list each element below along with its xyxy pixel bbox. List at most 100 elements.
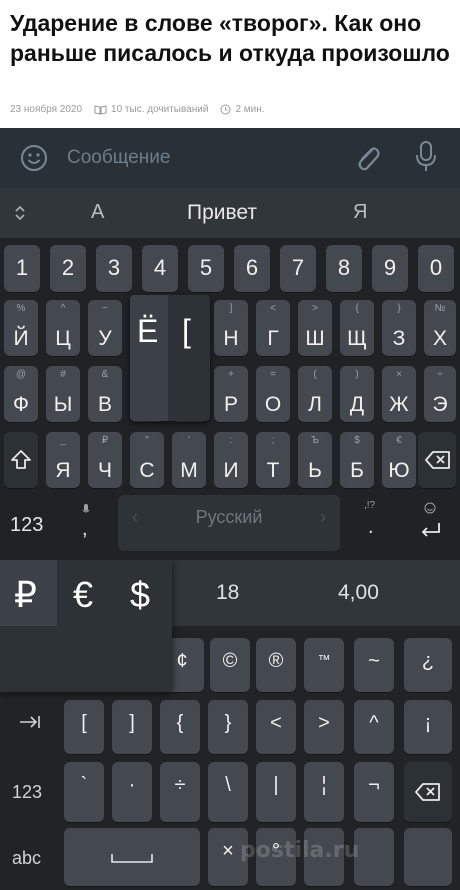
microphone-hint-icon (82, 504, 90, 513)
key-ч[interactable]: ₽ Ч (88, 432, 122, 488)
popup-option-ruble[interactable]: ₽ (14, 574, 37, 616)
key-backslash[interactable]: \ (208, 762, 248, 822)
backspace-icon (425, 451, 450, 469)
key-ш[interactable]: > Ш (298, 300, 332, 356)
key-registered[interactable]: ® (256, 638, 296, 692)
currency-popup: ₽ € $ (0, 560, 172, 692)
suggestion-18[interactable]: 18 (216, 581, 239, 605)
key-ж[interactable]: × Ж (382, 366, 416, 422)
key-6[interactable]: 6 (234, 245, 270, 292)
microphone-icon[interactable] (414, 140, 438, 174)
key-middle-dot[interactable]: · (112, 762, 152, 822)
key-ц[interactable]: ^ Ц (46, 300, 80, 356)
key-2[interactable]: 2 (50, 245, 86, 292)
key-й[interactable]: % Й (4, 300, 38, 356)
key-left-brace[interactable]: { (160, 700, 200, 754)
key-5[interactable]: 5 (188, 245, 224, 292)
space-label: Русский (195, 507, 263, 527)
enter-icon[interactable] (420, 522, 442, 538)
period-key[interactable]: ,!? . (364, 500, 384, 544)
key-division[interactable]: ÷ (160, 762, 200, 822)
clock-icon (220, 104, 231, 115)
key-4[interactable]: 4 (142, 245, 178, 292)
key-8[interactable]: 8 (326, 245, 362, 292)
key-1[interactable]: 1 (4, 245, 40, 292)
key-ю[interactable]: € Ю (382, 432, 416, 488)
key-х[interactable]: № Х (424, 300, 456, 356)
space-key-2[interactable] (64, 828, 200, 886)
key-я[interactable]: _ Я (46, 432, 80, 488)
key-р[interactable]: + Р (214, 366, 248, 422)
suggestion-bar: А Привет Я (0, 188, 460, 238)
key-т[interactable]: ; Т (256, 432, 290, 488)
key-м[interactable]: ' М (172, 432, 206, 488)
popup-option-bracket[interactable]: [ (182, 313, 191, 350)
shift-icon (11, 450, 31, 469)
key-inverted-question[interactable]: ¿ (404, 638, 452, 692)
key-б[interactable]: $ Б (340, 432, 374, 488)
book-icon (94, 104, 107, 115)
tab-icon[interactable] (18, 714, 42, 730)
mode-key-abc[interactable]: abc (12, 848, 41, 869)
article-title: Ударение в слове «творог». Как оно раньш… (10, 10, 450, 66)
backspace-key-2[interactable] (404, 762, 452, 822)
suggestion-4-00[interactable]: 4,00 (338, 581, 379, 605)
comma-key[interactable]: , (82, 518, 88, 541)
key-right-bracket[interactable]: ] (112, 700, 152, 754)
attach-icon[interactable] (352, 142, 382, 174)
popup-option-yo[interactable]: Ё (137, 313, 158, 350)
key-з[interactable]: } З (382, 300, 416, 356)
key-о[interactable]: = О (256, 366, 290, 422)
key-9[interactable]: 9 (372, 245, 408, 292)
key-left-bracket[interactable]: [ (64, 700, 104, 754)
key-less-than[interactable]: < (256, 700, 296, 754)
watermark: postila.ru (240, 838, 360, 863)
key-pipe[interactable]: | (256, 762, 296, 822)
suggestion-3[interactable]: Я (353, 201, 367, 224)
mode-key[interactable]: 123 (10, 514, 43, 537)
key-broken-bar[interactable]: ¦ (304, 762, 344, 822)
popup-option-dollar[interactable]: $ (130, 574, 150, 616)
key-ф[interactable]: @ Ф (4, 366, 38, 422)
suggestion-2[interactable]: Привет (187, 201, 257, 225)
key-ы[interactable]: # Ы (46, 366, 80, 422)
suggestion-1[interactable]: А (91, 201, 104, 224)
expand-icon[interactable] (14, 204, 26, 222)
key-greater-than[interactable]: > (304, 700, 344, 754)
article-meta: 23 ноября 2020 10 тыс. дочитываний 2 мин… (10, 104, 277, 115)
key-0[interactable]: 0 (418, 245, 454, 292)
long-press-popup: Ё [ (130, 295, 210, 421)
key-blank-2[interactable] (354, 828, 394, 886)
emoji-icon[interactable] (20, 144, 48, 172)
key-backtick[interactable]: ` (64, 762, 104, 822)
key-caret[interactable]: ^ (354, 700, 394, 754)
key-в[interactable]: & В (88, 366, 122, 422)
key-blank-3[interactable] (404, 828, 452, 886)
key-у[interactable]: ~ У (88, 300, 122, 356)
key-7[interactable]: 7 (280, 245, 316, 292)
key-trademark[interactable]: ™ (304, 638, 344, 692)
space-key[interactable]: ‹ Русский › (118, 495, 340, 551)
key-tilde[interactable]: ~ (354, 638, 394, 692)
key-inverted-exclamation[interactable]: ¡ (404, 700, 452, 754)
key-not-sign[interactable]: ¬ (354, 762, 394, 822)
backspace-key[interactable] (418, 432, 456, 488)
screenshot-cyrillic-keyboard: Сообщение А Привет Я 1 2 3 4 5 6 7 8 9 0… (0, 128, 460, 560)
key-д[interactable]: ) Д (340, 366, 374, 422)
key-г[interactable]: < Г (256, 300, 290, 356)
key-щ[interactable]: {Щ (340, 300, 374, 356)
popup-option-euro[interactable]: € (73, 574, 93, 616)
key-ь[interactable]: ЪЬ (298, 432, 332, 488)
key-с[interactable]: " С (130, 432, 164, 488)
key-copyright[interactable]: © (210, 638, 250, 692)
key-и[interactable]: :И (214, 432, 248, 488)
message-input[interactable]: Сообщение (67, 147, 170, 169)
key-э[interactable]: ÷ Э (424, 366, 456, 422)
key-3[interactable]: 3 (96, 245, 132, 292)
key-л[interactable]: (Л (298, 366, 332, 422)
key-н[interactable]: ] Н (214, 300, 248, 356)
key-right-brace[interactable]: } (208, 700, 248, 754)
backspace-icon (415, 783, 440, 801)
mode-key-123[interactable]: 123 (12, 782, 42, 803)
shift-key[interactable] (4, 432, 38, 488)
